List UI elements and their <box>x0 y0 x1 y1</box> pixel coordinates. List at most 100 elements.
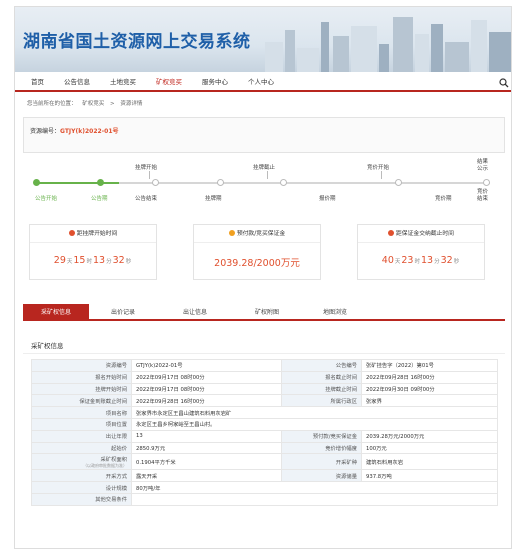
field-label: 采矿权面积 （以政府审批数据为准） <box>31 453 132 471</box>
nav-mining-bidding[interactable]: 矿权竞买 <box>146 73 192 91</box>
field-value: 2022年09月17日 08时00分 <box>131 382 282 396</box>
main-nav: 首页 公告信息 土地竞买 矿权竞买 服务中心 个人中心 <box>15 73 511 92</box>
field-value: 2022年09月30日 09时00分 <box>361 382 498 396</box>
timeline-label-listing-end: 挂牌截止 <box>253 165 276 171</box>
tab-bid-records[interactable]: 出价记录 <box>111 304 135 321</box>
search-icon[interactable] <box>499 78 509 88</box>
field-value: 永定区王昌乡柯家峪至王昌山村。 <box>131 417 498 431</box>
field-label: 项目位置 <box>31 417 132 431</box>
tab-mining-maps[interactable]: 矿权附图 <box>255 304 279 321</box>
clock-icon <box>68 230 75 236</box>
field-value: 露天开采 <box>131 469 282 483</box>
breadcrumb-separator: > <box>110 101 115 107</box>
nav-announcements[interactable]: 公告信息 <box>54 73 100 91</box>
timeline-label-quote-period: 报价期 <box>319 196 336 202</box>
tab-mining-info[interactable]: 采矿权信息 <box>23 304 89 321</box>
detail-tabs: 采矿权信息 出价记录 出让信息 矿权附图 地图浏览 <box>23 304 505 321</box>
clock-icon <box>388 230 394 236</box>
field-label: 挂牌开始时间 <box>31 382 132 396</box>
nav-home[interactable]: 首页 <box>15 73 54 91</box>
field-value: 937.8万吨 <box>361 469 498 483</box>
field-value: 张矿挂告字（2022）第01号 <box>361 359 498 372</box>
timeline-track <box>33 179 490 186</box>
field-value: 建筑石料用灰岩 <box>361 453 498 471</box>
field-label: 报名开始时间 <box>31 370 132 384</box>
field-label: 开采方式 <box>31 469 132 483</box>
field-label: 预付款/竞买保证金 <box>281 429 362 443</box>
timeline-progress <box>35 182 119 184</box>
nav-service-center[interactable]: 服务中心 <box>192 73 238 91</box>
timeline-label-listing-start: 挂牌开始 <box>135 165 158 171</box>
field-value: 张家界 <box>361 394 498 408</box>
timeline-label-listing-period: 挂牌期 <box>205 196 222 202</box>
section-divider <box>23 353 505 354</box>
field-label: 其他交易条件 <box>31 492 132 506</box>
tab-transfer-info[interactable]: 出让信息 <box>183 304 207 321</box>
table-row: 采矿权面积 （以政府审批数据为准） 0.1904平方千米 开采矿种 建筑石料用灰岩 <box>31 453 498 471</box>
field-value: 2022年09月28日 16时00分 <box>131 394 282 408</box>
field-label: 设计规模 <box>31 481 132 494</box>
countdown-deposit-deadline: 距保证金交纳截止时间 40天23时13分32秒 <box>357 224 485 280</box>
timeline-dot <box>152 179 159 186</box>
table-row: 起始价 2850.9万元 竞价增价幅度 100万元 <box>31 441 498 455</box>
field-label: 出让年限 <box>31 429 132 443</box>
field-label: 资源编号 <box>31 359 132 372</box>
table-row: 出让年限 13 预付款/竞买保证金 2039.28万元/2000万元 <box>31 429 498 443</box>
tab-map-browse[interactable]: 地图浏览 <box>323 304 347 321</box>
nav-personal-center[interactable]: 个人中心 <box>238 73 284 91</box>
field-label: 报名截止时间 <box>281 370 362 384</box>
mining-info-table: 资源编号 GTJY(k)2022-01号 公告编号 张矿挂告字（2022）第01号 报名… <box>31 359 498 506</box>
field-value: 100万元 <box>361 441 498 455</box>
page-frame: 湖南省国土资源网上交易系统 首页 公告信息 土地竞买 矿权竞买 服务中心 个人中… <box>14 6 512 549</box>
field-value: 张家界市永定区王昌山建筑石料用灰岩矿 <box>131 406 498 419</box>
table-row: 设计规模 80万吨/年 <box>31 481 498 494</box>
table-row: 项目位置 永定区王昌乡柯家峪至王昌山村。 <box>31 417 498 431</box>
field-label: 开采矿种 <box>281 453 362 471</box>
field-value: 2022年09月28日 16时00分 <box>361 370 498 384</box>
field-value <box>131 492 498 506</box>
table-row: 开采方式 露天开采 资源储量 937.8万吨 <box>31 469 498 483</box>
field-value: 2039.28万元/2000万元 <box>361 429 498 443</box>
timeline-label-notice-period: 公告期 <box>91 196 108 202</box>
timeline-label-result-public: 结果公示 <box>477 159 489 172</box>
deposit-amount: 预付款/竞买保证金 2039.28/2000万元 <box>193 224 321 280</box>
resource-code: 资源编号：GTJY(k)2022-01号 <box>30 128 119 135</box>
timeline-dot <box>395 179 402 186</box>
field-label: 公告编号 <box>281 359 362 372</box>
resource-code-value: GTJY(k)2022-01号 <box>60 128 119 135</box>
field-label: 资源储量 <box>281 469 362 483</box>
field-value: 2850.9万元 <box>131 441 282 455</box>
table-row: 项目名称 张家界市永定区王昌山建筑石料用灰岩矿 <box>31 406 498 419</box>
breadcrumb-mining[interactable]: 矿权竞买 <box>82 101 104 107</box>
timeline-dot <box>483 179 490 186</box>
breadcrumb-prefix: 您当前所在的位置： <box>27 101 77 107</box>
field-value: 13 <box>131 429 282 443</box>
timeline-label-notice-end: 公告结束 <box>135 196 158 202</box>
field-value: 0.1904平方千米 <box>131 453 282 471</box>
table-row: 挂牌开始时间 2022年09月17日 08时00分 挂牌截止时间 2022年09月30… <box>31 382 498 396</box>
area-note: （以政府审批数据为准） <box>83 463 127 469</box>
site-title: 湖南省国土资源网上交易系统 <box>23 32 251 52</box>
coin-icon <box>228 230 235 236</box>
breadcrumb-detail: 资源详情 <box>120 101 143 107</box>
field-label: 起始价 <box>31 441 132 455</box>
section-title: 采矿权信息 <box>31 342 64 350</box>
timeline-dot <box>33 179 40 186</box>
field-label: 挂牌截止时间 <box>281 382 362 396</box>
countdown-listing-start: 距挂牌开始时间 29天15时13分32秒 <box>29 224 157 280</box>
table-row: 保证金到账截止时间 2022年09月28日 16时00分 所属行政区 张家界 <box>31 394 498 408</box>
resource-header: 资源编号：GTJY(k)2022-01号 <box>23 117 505 153</box>
field-value: 80万吨/年 <box>131 481 498 494</box>
nav-land-bidding[interactable]: 土地竞买 <box>100 73 146 91</box>
timeline-label-bidding-start: 竞价开始 <box>367 165 390 171</box>
table-row: 报名开始时间 2022年09月17日 08时00分 报名截止时间 2022年09月28… <box>31 370 498 384</box>
field-label: 竞价增价幅度 <box>281 441 362 455</box>
table-row: 其他交易条件 <box>31 492 498 506</box>
timeline-label-bidding-period: 竞价期 <box>435 196 452 202</box>
site-banner: 湖南省国土资源网上交易系统 <box>15 7 511 72</box>
field-value: 2022年09月17日 08时00分 <box>131 370 282 384</box>
table-row: 资源编号 GTJY(k)2022-01号 公告编号 张矿挂告字（2022）第01号 <box>31 359 498 372</box>
field-label: 项目名称 <box>31 406 132 419</box>
timeline-dot <box>280 179 287 186</box>
field-label: 保证金到账截止时间 <box>31 394 132 408</box>
